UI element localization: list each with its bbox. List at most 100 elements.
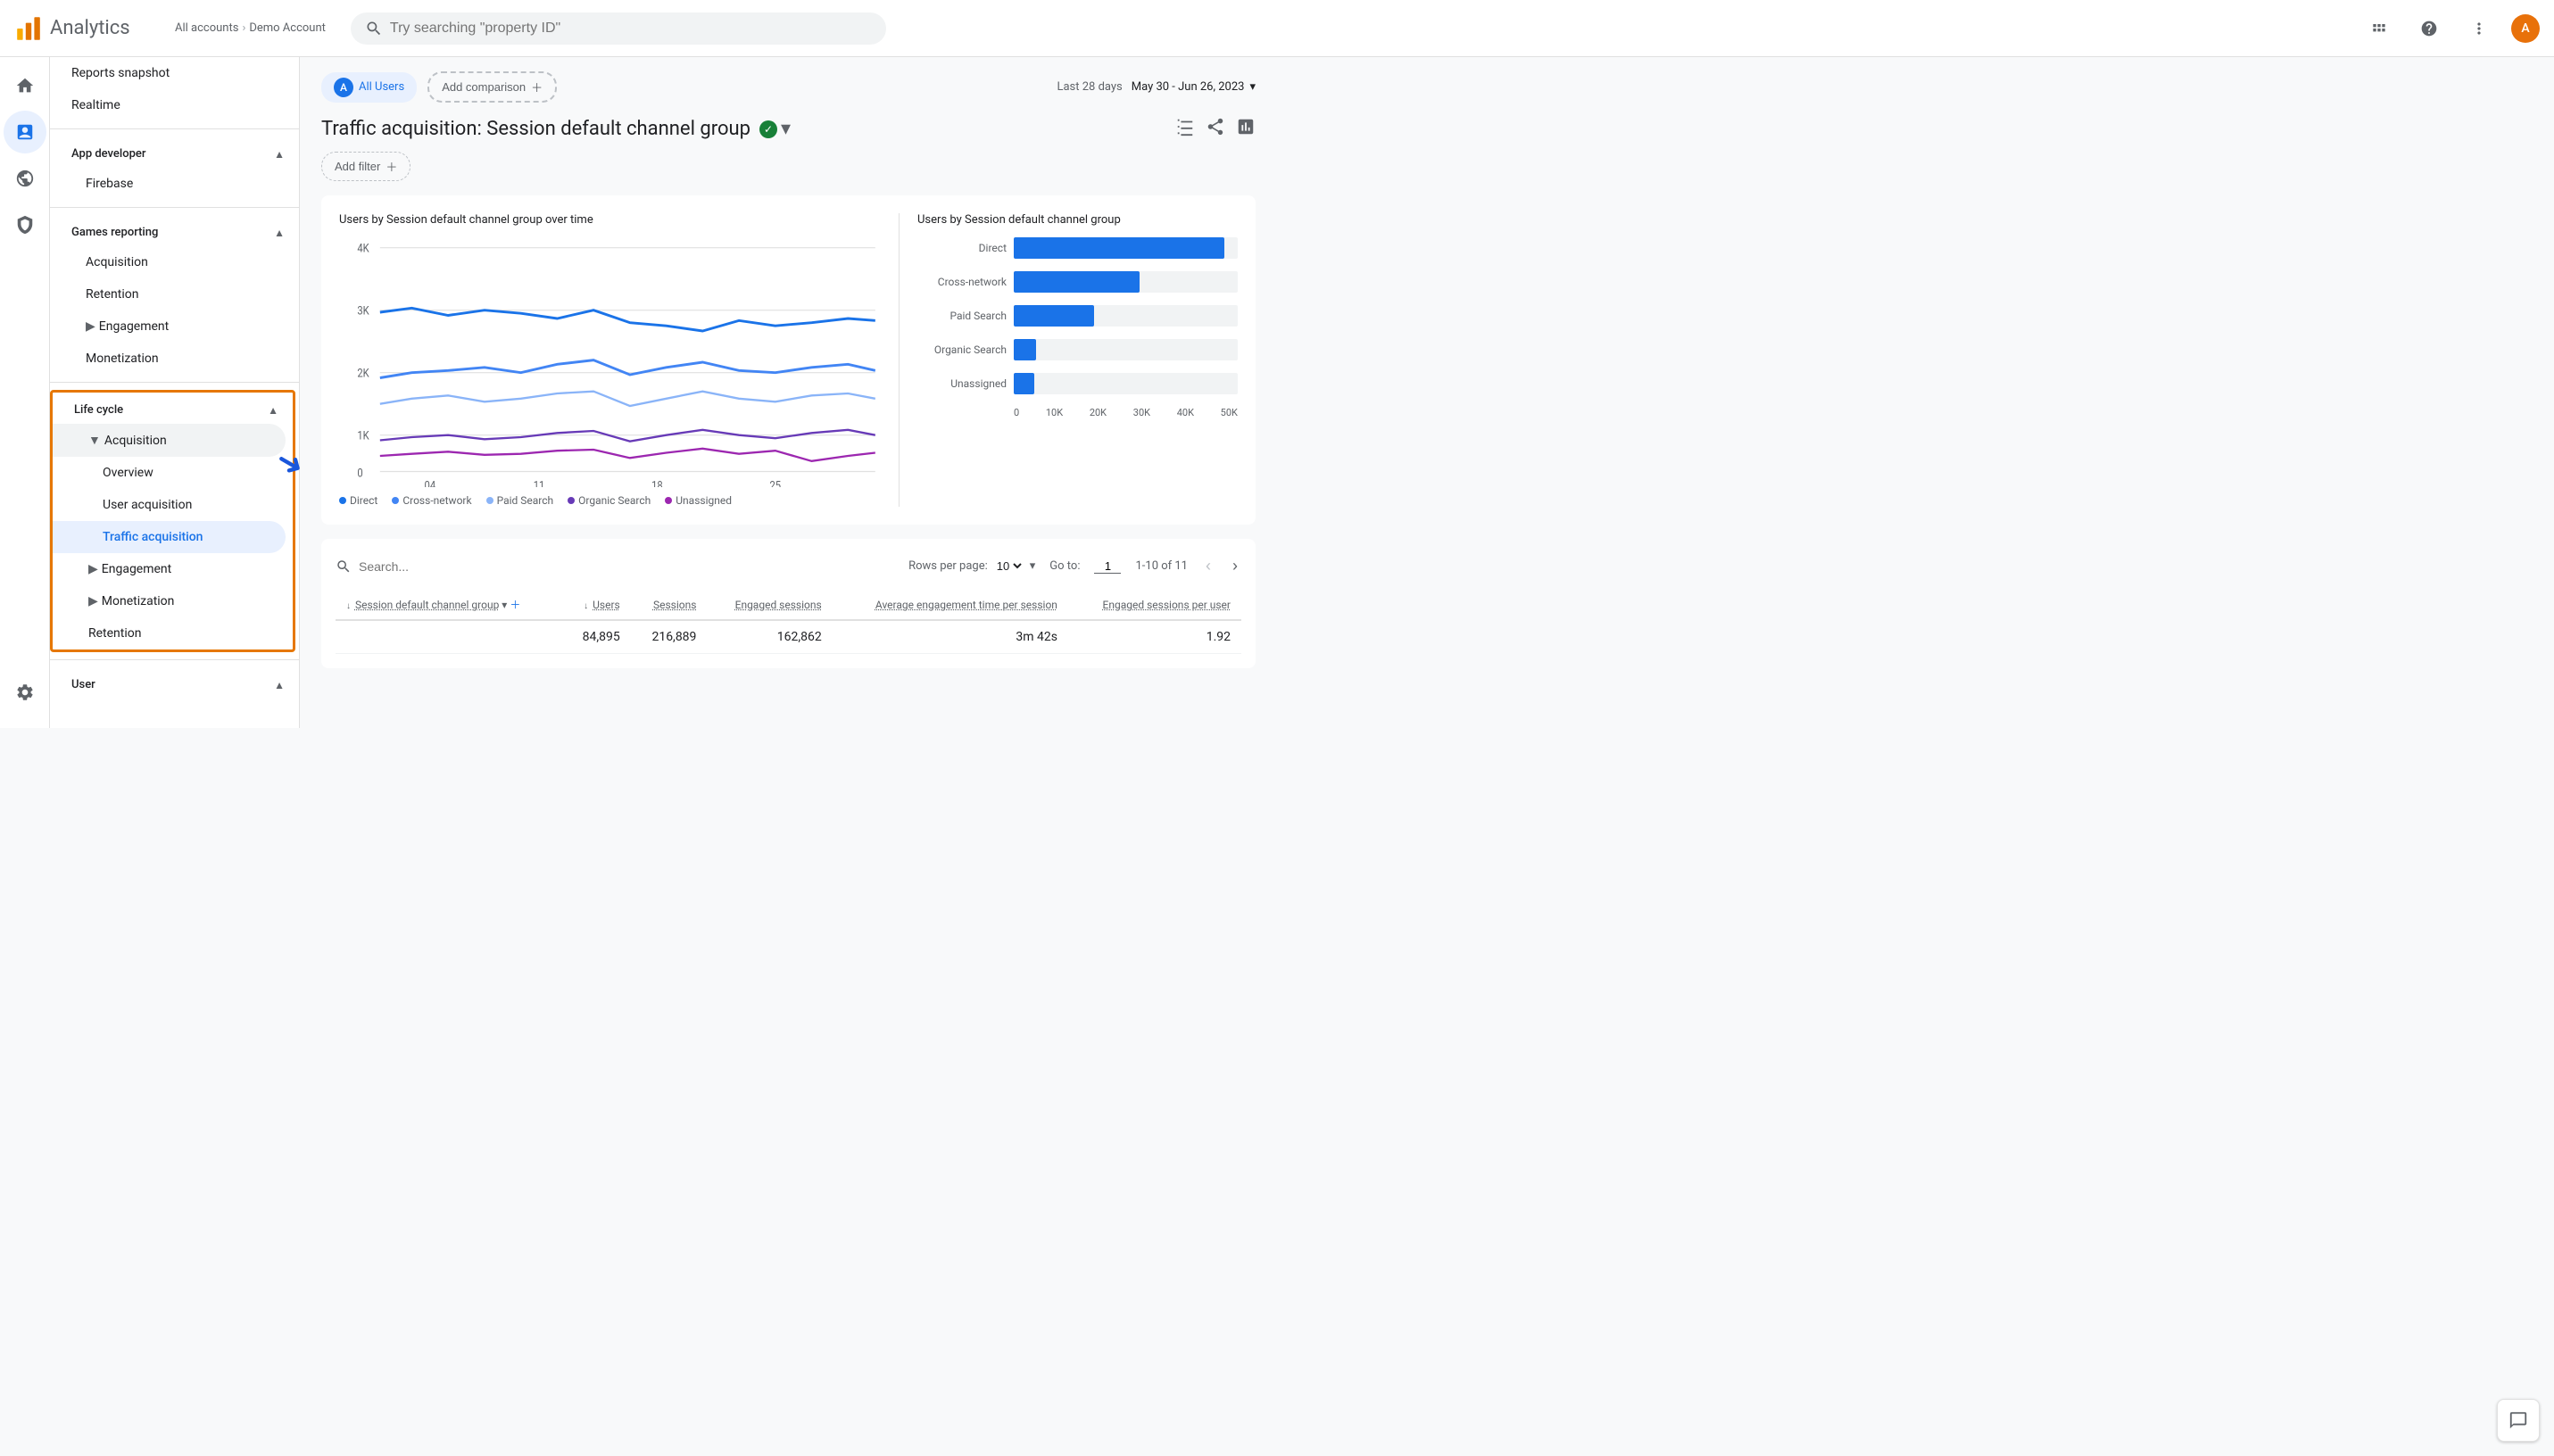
sidebar-highlighted-section: Life cycle ▲ ▼ Acquisition Overview User… (50, 390, 295, 652)
chevron-down-rows-icon: ▾ (1030, 559, 1036, 573)
breadcrumb-separator: › (242, 21, 245, 35)
bar-x-axis: 0 10K 20K 30K 40K 50K (1014, 407, 1238, 418)
user-avatar[interactable]: A (2511, 14, 2540, 43)
table-search-input[interactable] (359, 559, 520, 574)
expand-arrow-right-icon-2: ▶ (88, 594, 98, 608)
nav-settings[interactable] (4, 671, 46, 714)
add-comparison-button[interactable]: Add comparison ＋ (427, 71, 557, 103)
grid-icon (2370, 20, 2388, 37)
cell-channel[interactable] (336, 620, 562, 654)
add-comparison-label: Add comparison (442, 80, 526, 94)
all-users-label: All Users (359, 80, 404, 94)
sidebar-item-engagement-games[interactable]: ▶ Engagement (50, 310, 292, 343)
legend-item-paid-search: Paid Search (486, 494, 554, 507)
feedback-icon (2508, 1410, 2528, 1430)
grid-icon-button[interactable] (2361, 11, 2397, 46)
all-users-chip[interactable]: A All Users (321, 72, 417, 103)
sidebar-item-monetization-games[interactable]: Monetization (50, 343, 292, 375)
chevron-up-icon-3: ▲ (268, 404, 278, 417)
page-input[interactable] (1094, 559, 1121, 574)
col-header-avg-engagement[interactable]: Average engagement time per session (833, 590, 1068, 620)
svg-text:3K: 3K (357, 304, 369, 318)
table-search-icon (336, 558, 352, 575)
cell-avg-engagement: 3m 42s (833, 620, 1068, 654)
next-page-button[interactable]: › (1229, 553, 1241, 579)
more-icon-button[interactable] (2461, 11, 2497, 46)
col-header-users[interactable]: ↓ Users (562, 590, 631, 620)
col-header-channel[interactable]: ↓ Session default channel group ▾ ＋ (336, 590, 562, 620)
page-title-text: Traffic acquisition: Session default cha… (321, 118, 750, 140)
legend-dot-cross-network (392, 497, 399, 504)
legend-label-cross-network: Cross-network (402, 494, 471, 507)
svg-text:1K: 1K (357, 429, 369, 443)
help-icon-button[interactable] (2411, 11, 2447, 46)
bar-label-organic-search: Organic Search (917, 343, 1007, 356)
date-range-selector[interactable]: Last 28 days May 30 - Jun 26, 2023 ▾ (1057, 80, 1256, 94)
all-users-avatar: A (334, 78, 353, 97)
rows-per-page-select[interactable]: 10 25 50 (993, 558, 1024, 574)
svg-text:18: 18 (651, 479, 663, 487)
breadcrumb-all-accounts[interactable]: All accounts (175, 21, 238, 35)
bar-fill-paid-search (1014, 305, 1094, 327)
legend-item-cross-network: Cross-network (392, 494, 471, 507)
cell-engaged-sessions: 162,862 (707, 620, 832, 654)
sidebar-item-user-acquisition[interactable]: User acquisition (53, 489, 286, 521)
share-icon[interactable] (1206, 117, 1225, 141)
col-header-engaged-per-user[interactable]: Engaged sessions per user (1068, 590, 1241, 620)
sidebar-section-user[interactable]: User ▲ (50, 667, 299, 699)
sidebar-item-engagement-lc[interactable]: ▶ Engagement (53, 553, 286, 585)
cell-users: 84,895 (562, 620, 631, 654)
breadcrumb-demo-account[interactable]: Demo Account (249, 21, 326, 35)
sidebar-item-reports-snapshot[interactable]: Reports snapshot (50, 57, 292, 89)
feedback-button[interactable] (2497, 1399, 2540, 1442)
sidebar-item-overview[interactable]: Overview (53, 457, 286, 489)
bar-label-paid-search: Paid Search (917, 310, 1007, 322)
status-badge[interactable]: ✓ (759, 120, 777, 138)
sidebar-divider-1 (50, 128, 299, 129)
nav-advertising[interactable] (4, 203, 46, 246)
sidebar-section-games-reporting[interactable]: Games reporting ▲ (50, 215, 299, 246)
col-add-icon[interactable]: ＋ (510, 599, 520, 611)
page-info: 1-10 of 11 (1135, 559, 1188, 573)
status-dropdown-icon[interactable]: ▾ (781, 118, 791, 140)
col-header-sessions[interactable]: Sessions (631, 590, 708, 620)
sidebar-item-acquisition-lc[interactable]: ▼ Acquisition (53, 424, 286, 457)
go-to-label: Go to: (1049, 559, 1080, 573)
search-input[interactable] (390, 21, 872, 37)
nav-home[interactable] (4, 64, 46, 107)
add-comparison-icon: ＋ (531, 79, 543, 95)
sidebar-item-acquisition-games[interactable]: Acquisition (50, 246, 292, 278)
bar-row-paid-search: Paid Search (917, 305, 1238, 327)
sidebar-section-life-cycle[interactable]: Life cycle ▲ (53, 393, 293, 424)
line-chart-section: Users by Session default channel group o… (339, 213, 884, 507)
col-dropdown-icon[interactable]: ▾ (502, 599, 507, 611)
add-filter-button[interactable]: Add filter ＋ (321, 152, 410, 181)
svg-text:2K: 2K (357, 367, 369, 380)
sidebar-item-retention-lc[interactable]: Retention (53, 617, 286, 649)
title-status: ✓ ▾ (759, 118, 791, 140)
sidebar-item-traffic-acquisition[interactable]: Traffic acquisition (53, 521, 286, 553)
table-controls: Rows per page: 10 25 50 ▾ Go to: 1-10 of… (336, 553, 1241, 579)
sort-icon-channel: ↓ (346, 601, 351, 611)
sort-icon-users: ↓ (584, 601, 588, 611)
bar-fill-unassigned (1014, 373, 1034, 394)
nav-reports[interactable] (4, 111, 46, 153)
legend-label-direct: Direct (350, 494, 377, 507)
sidebar-item-realtime[interactable]: Realtime (50, 89, 292, 121)
table-view-icon[interactable] (1175, 117, 1195, 141)
sidebar-item-retention[interactable]: Retention (50, 278, 292, 310)
sidebar-section-app-developer[interactable]: App developer ▲ (50, 136, 299, 168)
date-range-prefix: Last 28 days (1057, 80, 1122, 94)
search-bar[interactable] (351, 12, 886, 45)
search-icon (365, 20, 383, 37)
legend-item-direct: Direct (339, 494, 377, 507)
prev-page-button[interactable]: ‹ (1202, 553, 1215, 579)
legend-label-paid-search: Paid Search (497, 494, 554, 507)
col-header-engaged-sessions[interactable]: Engaged sessions (707, 590, 832, 620)
insights-icon[interactable] (1236, 117, 1256, 141)
table-body: 84,895 216,889 162,862 3m 42s 1.92 (336, 620, 1241, 654)
sidebar-item-monetization-lc[interactable]: ▶ Monetization (53, 585, 286, 617)
nav-explore[interactable] (4, 157, 46, 200)
sidebar-item-firebase[interactable]: Firebase (50, 168, 292, 200)
rows-per-page: Rows per page: 10 25 50 ▾ (908, 558, 1035, 574)
